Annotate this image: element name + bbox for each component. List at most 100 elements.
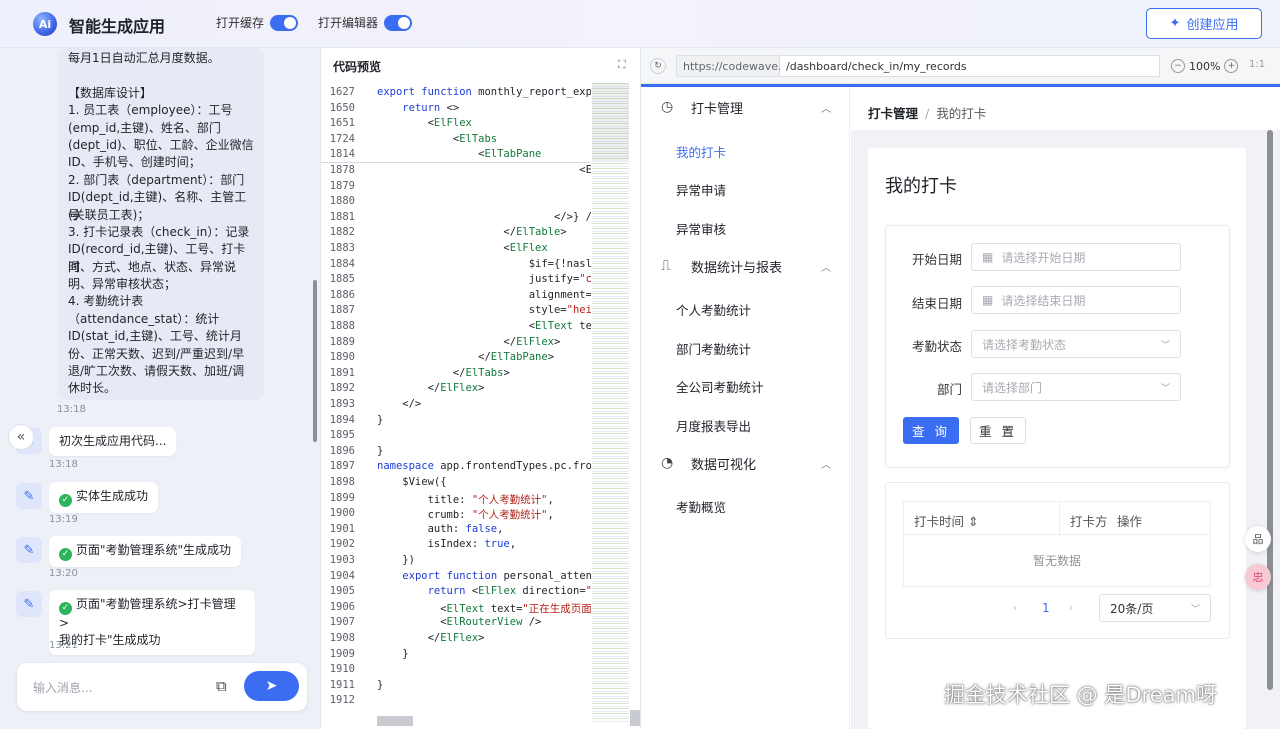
chat-scrollbar[interactable] — [313, 280, 317, 442]
code-line: <ElText text="正在生成页面 — [377, 602, 591, 615]
sidebar-item-overview[interactable]: 考勤概览 — [676, 497, 726, 516]
preview-scrollbar[interactable] — [1267, 130, 1273, 690]
code-line: <E — [377, 164, 591, 176]
line-number: 1884 — [329, 257, 355, 270]
sidebar-group-stats[interactable]: ⎍ 数据统计与报表 ︿ — [641, 246, 850, 286]
message-input-box[interactable]: 输入消息... ⧉ ➤ — [17, 663, 307, 711]
reload-icon[interactable]: ↻ — [650, 58, 666, 74]
code-line: }) — [377, 554, 415, 566]
line-number: 1650 — [329, 101, 355, 114]
sidebar-group-check-in[interactable]: ◷ 打卡管理 ︿ — [641, 87, 850, 127]
sidebar-group-visual[interactable]: ◔ 数据可视化 ︿ — [641, 443, 850, 483]
code-line: return <ElFlex direction=" — [427, 585, 591, 598]
code-line: <ElRouterView /> — [377, 616, 542, 629]
sidebar-item-personal-stats[interactable]: 个人考勤统计 — [676, 300, 751, 319]
url-path-input[interactable]: /dashboard/check_in/my_records — [780, 55, 1160, 77]
float-avatar-button[interactable]: 忠 — [1245, 564, 1271, 590]
sticky-scroll-divider — [321, 162, 591, 163]
clock-icon: ◷ — [661, 99, 674, 115]
line-number: 1908 — [329, 632, 355, 644]
column-label: 打卡时间 — [914, 514, 965, 529]
float-tool-button[interactable]: 品 — [1245, 526, 1271, 552]
sidebar-item-company-stats[interactable]: 全公司考勤统计 — [676, 377, 764, 396]
page-size-select[interactable]: 20条/页 ﹀ — [1099, 594, 1211, 622]
start-date-input[interactable]: ▦ 请选择开始日期 — [971, 243, 1181, 271]
line-number: 1903 — [329, 554, 355, 566]
status-select[interactable]: 请选择考勤状态 ﹀ — [971, 330, 1181, 358]
editor-toggle[interactable]: 打开编辑器 — [318, 14, 413, 31]
zoom-out-icon[interactable]: − — [1171, 59, 1185, 73]
ratio-button[interactable]: 1:1 — [1249, 59, 1265, 70]
column-check-in-time[interactable]: 打卡时间 ⇕ — [914, 511, 978, 530]
message-text: 页面"考勤管理系统"生成成功 — [76, 543, 232, 557]
line-number: 1891 — [329, 366, 355, 379]
message-line: 明、异常审核状态； — [68, 277, 177, 292]
line-number: 1904 — [329, 569, 355, 582]
sidebar-item-dept-stats[interactable]: 部门考勤统计 — [676, 339, 751, 358]
code-line: </> — [377, 398, 422, 410]
minimap-slider[interactable] — [592, 83, 629, 161]
line-number: 1905 — [329, 585, 355, 598]
sidebar-item-exception-apply[interactable]: 异常申请 — [676, 180, 726, 199]
dept-label: 部门 — [936, 382, 962, 397]
dept-select[interactable]: 请选择部门 ﹀ — [971, 373, 1181, 401]
code-line: </ElFlex> — [377, 335, 561, 348]
collapse-chat-button[interactable]: « — [8, 424, 34, 450]
query-button[interactable]: 查 询 — [903, 417, 959, 444]
line-number: 1911 — [329, 678, 355, 691]
ai-avatar-icon: ✎ — [16, 591, 42, 617]
editor-toggle-label: 打开编辑器 — [318, 16, 379, 30]
ai-avatar-icon: ✎ — [16, 537, 42, 563]
zoom-level: 100% — [1189, 59, 1221, 73]
zoom-control: − 100% + — [1171, 55, 1239, 77]
line-number: 1878 — [329, 164, 355, 176]
cache-toggle[interactable]: 打开缓存 — [216, 14, 299, 31]
page-number[interactable]: 1 — [1042, 601, 1050, 615]
editor-switch[interactable] — [384, 14, 413, 31]
expand-icon[interactable]: ⛶ — [618, 58, 626, 72]
placeholder: 请选择考勤状态 — [982, 337, 1067, 352]
cache-switch[interactable] — [270, 14, 299, 31]
line-number: 1814 — [329, 148, 355, 161]
sidebar-item-my-check-in[interactable]: 我的打卡 — [676, 142, 726, 161]
message-time: 13:18 — [57, 404, 86, 415]
code-editor[interactable]: 1627 export function monthly_report_exp 16… — [321, 83, 591, 713]
end-date-input[interactable]: ▦ 请选择结束日期 — [971, 286, 1181, 314]
image-upload-icon[interactable]: ⧉ — [216, 677, 234, 695]
column-actions: 操作 — [1117, 514, 1143, 529]
next-page-icon[interactable]: › — [1069, 601, 1073, 614]
chevron-down-icon: ﹀ — [1160, 383, 1170, 394]
send-button[interactable]: ➤ — [244, 671, 299, 701]
chevron-up-icon: ︿ — [821, 103, 831, 115]
code-line: justify="c — [377, 273, 591, 286]
status-label: 考勤状态 — [911, 339, 962, 354]
create-app-label: 创建应用 — [1186, 18, 1239, 33]
chat-panel: 每月1日自动汇总月度数据。 【数据库设计】 1. 员工表（employee）：工号 (… — [0, 48, 320, 729]
sort-icon[interactable]: ⇕ — [968, 514, 978, 529]
message-line: (emp_id,主键)、姓名、部门 — [68, 120, 221, 135]
pie-icon: ◔ — [661, 455, 674, 471]
vertical-scrollbar[interactable] — [630, 710, 640, 726]
message-line: （attendance_stat）：统计 — [68, 311, 220, 326]
chart-icon: ⎍ — [661, 258, 671, 274]
create-app-button[interactable]: ✦ 创建应用 — [1146, 8, 1262, 39]
code-line: <ElFlex — [377, 117, 472, 130]
zoom-in-icon[interactable]: + — [1224, 59, 1239, 73]
watermark: 掘金技术社区 @ 是Dream呀 — [944, 683, 1217, 707]
message-line: 3. 打卡记录表（check_in）：记录 — [68, 224, 250, 239]
line-number: 1909 — [329, 647, 355, 660]
reset-button[interactable]: 重 置 — [970, 417, 1026, 444]
code-line: <ElText te — [377, 320, 591, 332]
sidebar-item-exception-review[interactable]: 异常审核 — [676, 219, 726, 238]
message-line: 2. 部门表（department）：部门 — [68, 172, 245, 187]
code-line: $View({ — [377, 476, 447, 488]
sidebar-item-monthly-export[interactable]: 月度报表导出 — [676, 416, 751, 435]
breadcrumb-item[interactable]: 打卡管理 — [868, 106, 918, 121]
horizontal-scrollbar[interactable] — [377, 716, 413, 726]
prev-page-icon[interactable]: ‹ — [1013, 601, 1017, 614]
message-input[interactable]: 输入消息... — [33, 679, 92, 696]
breadcrumb-current: 我的打卡 — [936, 106, 987, 121]
line-number: 1879 — [329, 179, 355, 192]
code-minimap[interactable] — [592, 83, 629, 723]
message-time: 13:21 — [49, 640, 78, 649]
